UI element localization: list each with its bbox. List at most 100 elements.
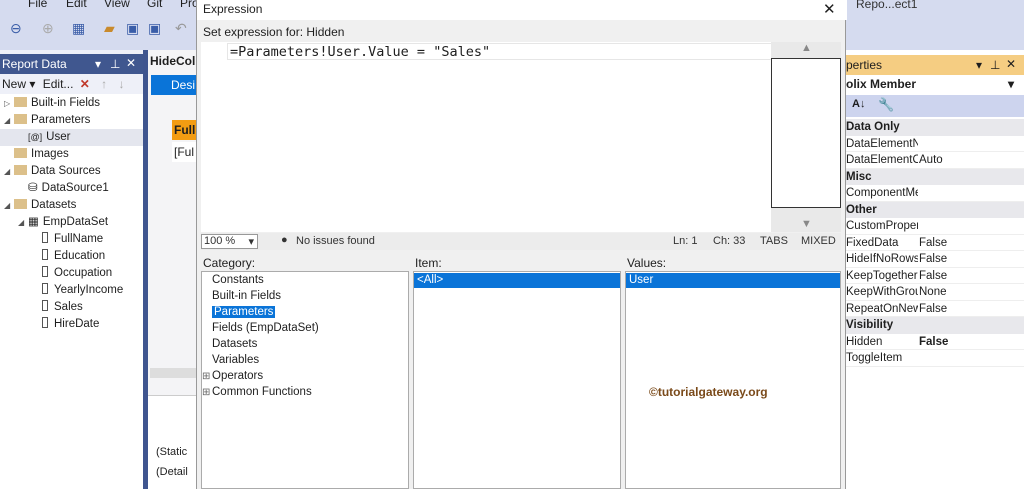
tree-item[interactable]: Education xyxy=(0,248,143,265)
value-entry[interactable]: User xyxy=(626,273,840,288)
tree-item[interactable]: Images xyxy=(0,146,143,163)
property-row[interactable]: FixedData False xyxy=(846,235,1024,252)
open-folder-icon[interactable]: ▰ xyxy=(104,20,115,37)
menu-git[interactable]: Git xyxy=(147,0,162,10)
tree-item[interactable]: ◢ Parameters xyxy=(0,112,143,129)
zoom-select[interactable]: 100 % ▾ xyxy=(201,234,258,249)
tree-item[interactable]: [@] User xyxy=(0,129,143,146)
category-list[interactable]: Constants Built-in Fields Parameters Fields… xyxy=(201,271,409,489)
category-item[interactable]: ⊞ Common Functions xyxy=(202,385,408,400)
forward-icon[interactable]: ⊕ xyxy=(42,20,54,37)
scroll-up-icon[interactable]: ▲ xyxy=(801,42,812,54)
delete-icon[interactable]: ✕ xyxy=(80,77,90,91)
property-category[interactable]: Other xyxy=(846,201,1024,218)
menu-file[interactable]: File xyxy=(28,0,47,10)
property-row[interactable]: HideIfNoRows False xyxy=(846,251,1024,268)
tree-item[interactable]: ◢ ▦ EmpDataSet xyxy=(0,214,143,231)
property-row[interactable]: DataElementNa xyxy=(846,136,1024,152)
expander-icon[interactable]: ◢ xyxy=(4,112,14,129)
category-item[interactable]: Fields (EmpDataSet) xyxy=(202,321,408,336)
category-item[interactable]: Parameters xyxy=(202,305,408,320)
design-tab[interactable]: Desi xyxy=(151,75,196,95)
expression-editor[interactable]: =Parameters!User.Value = "Sales" xyxy=(201,42,772,232)
tree-item[interactable]: Occupation xyxy=(0,265,143,282)
property-row[interactable]: ComponentMe xyxy=(846,185,1024,202)
horizontal-scrollbar[interactable] xyxy=(150,368,196,378)
property-category[interactable]: Visibility xyxy=(846,317,1024,334)
object-selector[interactable]: olix Member ▾ xyxy=(846,77,1024,94)
tree-item[interactable]: ▷ Built-in Fields xyxy=(0,95,143,112)
property-row[interactable]: RepeatOnNewPFalse xyxy=(846,301,1024,318)
property-row[interactable]: KeepWithGroupNone xyxy=(846,284,1024,301)
save-icon[interactable]: ▣ xyxy=(126,20,139,37)
close-icon[interactable]: ✕ xyxy=(823,0,836,18)
expander-icon[interactable]: ▷ xyxy=(4,95,14,112)
property-value[interactable]: None xyxy=(919,284,947,301)
dropdown-icon[interactable]: ▾ xyxy=(976,58,982,72)
property-value[interactable]: False xyxy=(919,251,947,268)
property-row[interactable]: ToggleItem xyxy=(846,350,1024,367)
save-all-icon[interactable]: ▣ xyxy=(148,20,161,37)
expander-icon[interactable]: ◢ xyxy=(4,163,14,180)
row-group-static[interactable]: (Static xyxy=(156,446,187,458)
close-icon[interactable]: ✕ xyxy=(126,56,136,70)
undo-icon[interactable]: ↶ xyxy=(175,20,187,37)
sort-alpha-icon[interactable]: A↓ xyxy=(852,98,865,110)
property-row[interactable]: DataElementOuAuto xyxy=(846,152,1024,169)
dropdown-icon[interactable]: ▾ xyxy=(95,57,101,71)
new-project-icon[interactable]: ▦ xyxy=(72,20,85,37)
item-entry[interactable]: <All> xyxy=(414,273,620,288)
tree-item[interactable]: Sales xyxy=(0,299,143,316)
property-value[interactable]: False xyxy=(919,334,948,351)
row-group-details[interactable]: (Detail xyxy=(156,466,188,478)
back-icon[interactable]: ⊖ xyxy=(10,20,22,37)
menu-view[interactable]: View xyxy=(104,0,130,10)
tree-item[interactable]: FullName xyxy=(0,231,143,248)
close-icon[interactable]: ✕ xyxy=(1006,57,1016,71)
editor-scrollbar[interactable]: ▲ ▼ xyxy=(771,42,841,232)
designer-tab[interactable]: HideCol xyxy=(150,54,195,68)
property-value[interactable]: Auto xyxy=(919,152,943,169)
category-item[interactable]: Variables xyxy=(202,353,408,368)
tree-item[interactable]: YearlyIncome xyxy=(0,282,143,299)
tree-item[interactable]: ⛁ DataSource1 xyxy=(0,180,143,197)
expand-icon[interactable]: ⊞ xyxy=(202,385,210,400)
property-row[interactable]: Hidden False xyxy=(846,333,1024,351)
expand-icon[interactable]: ⊞ xyxy=(202,369,210,384)
edit-button[interactable]: Edit... xyxy=(43,77,74,91)
values-list[interactable]: User xyxy=(625,271,841,489)
property-row[interactable]: CustomPropert xyxy=(846,218,1024,235)
expander-icon[interactable]: ◢ xyxy=(4,197,14,214)
data-cell[interactable]: [Ful xyxy=(172,142,196,162)
scroll-down-icon[interactable]: ▼ xyxy=(801,218,812,230)
pin-icon[interactable]: ⊥ xyxy=(110,57,120,71)
item-list[interactable]: <All> xyxy=(413,271,621,489)
wrench-icon[interactable]: 🔧 xyxy=(878,97,894,113)
category-item[interactable]: Constants xyxy=(202,273,408,288)
move-up-icon[interactable]: ↑ xyxy=(101,77,107,91)
scroll-thumb-area[interactable] xyxy=(771,58,841,208)
properties-toolbar: A↓ 🔧 xyxy=(846,95,1024,117)
category-item[interactable]: ⊞ Operators xyxy=(202,369,408,384)
move-down-icon[interactable]: ↓ xyxy=(119,77,125,91)
category-item[interactable]: Datasets xyxy=(202,337,408,352)
pin-icon[interactable]: ⊥ xyxy=(990,58,1000,72)
expression-text[interactable]: =Parameters!User.Value = "Sales" xyxy=(227,43,772,60)
tree-item[interactable]: ◢ Datasets xyxy=(0,197,143,214)
tree-item[interactable]: ◢ Data Sources xyxy=(0,163,143,180)
property-category[interactable]: Data Only xyxy=(846,119,1024,136)
property-value[interactable]: False xyxy=(919,235,947,252)
new-button[interactable]: New xyxy=(2,77,26,91)
expander-icon[interactable]: ◢ xyxy=(18,214,28,231)
header-cell[interactable]: Full xyxy=(172,120,196,140)
property-value[interactable]: False xyxy=(919,268,947,285)
category-item[interactable]: Built-in Fields xyxy=(202,289,408,304)
tree-item[interactable]: HireDate xyxy=(0,316,143,333)
category-name: Misc xyxy=(846,170,872,183)
menu-edit[interactable]: Edit xyxy=(66,0,87,10)
chevron-down-icon: ▾ xyxy=(1008,77,1015,91)
property-value[interactable]: False xyxy=(919,301,947,318)
report-designer: HideCol Desi Full [Ful (Static (Detail xyxy=(148,50,196,489)
property-category[interactable]: Misc xyxy=(846,168,1024,185)
property-row[interactable]: KeepTogether False xyxy=(846,268,1024,285)
